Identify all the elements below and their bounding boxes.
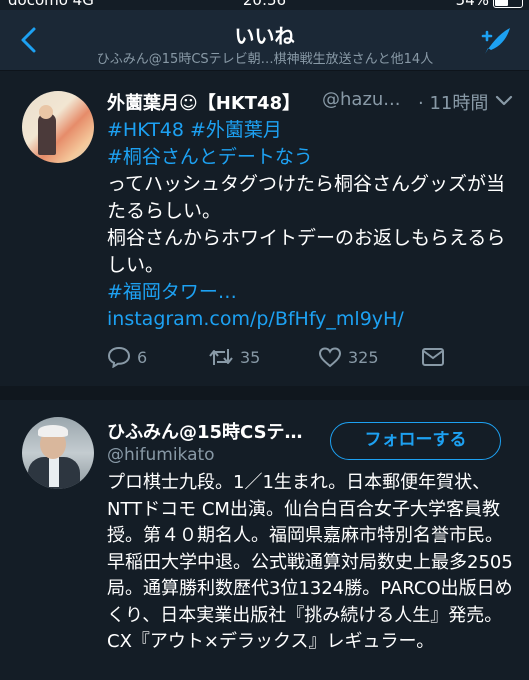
- like-button[interactable]: 325: [318, 343, 379, 371]
- avatar-head: [39, 105, 53, 119]
- retweet-button[interactable]: 35: [208, 343, 260, 371]
- header: いいね ひふみん@15時CSテレビ朝…棋神戦生放送さんと他14人: [0, 10, 529, 71]
- instagram-link[interactable]: instagram.com/p/BfHfy_ml9yH/: [107, 308, 404, 330]
- tweet-card[interactable]: 外薗葉月☺【HKT48】 @hazu... · 11時間 #HKT48 #外薗葉…: [0, 71, 529, 387]
- compose-button[interactable]: [479, 24, 513, 58]
- user-card[interactable]: ひふみん@15時CSテ… @hifumikato フォローする プロ棋士九段。1…: [0, 400, 529, 680]
- envelope-icon: [422, 348, 444, 366]
- user-handle: @hifumikato: [107, 445, 215, 465]
- tweet-menu-button[interactable]: [494, 91, 514, 111]
- compose-feather-icon: [481, 28, 510, 54]
- tweet-text-line: ってハッシュタグつけたら桐谷さんグッズが当たるらしい。: [107, 173, 506, 222]
- section-divider: [0, 386, 529, 400]
- status-bar: docomo 4G 20:56 54%: [0, 0, 529, 10]
- avatar-figure: [38, 113, 56, 155]
- battery-percent: 54%: [455, 0, 489, 9]
- chevron-down-icon: [495, 95, 513, 106]
- retweet-count: 35: [240, 347, 261, 367]
- tweet-text-line: 桐谷さんからホワイトデーのお返しもらえるらしい。: [107, 227, 506, 276]
- battery-icon: [493, 0, 523, 8]
- reply-count: 6: [137, 347, 148, 367]
- follow-button[interactable]: フォローする: [330, 422, 501, 460]
- hashtag-link[interactable]: #福岡タワー…: [107, 281, 237, 303]
- hashtag-line[interactable]: #HKT48 #外薗葉月: [107, 117, 517, 144]
- retweet-icon: [209, 349, 233, 365]
- user-bio: プロ棋士九段。1／1生まれ。日本郵便年賀状、NTTドコモ CM出演。仙台白百合女…: [107, 472, 513, 652]
- hashtag-line[interactable]: #桐谷さんとデートなう: [107, 144, 517, 171]
- avatar-shirt: [49, 457, 59, 487]
- clock: 20:56: [242, 0, 287, 9]
- tweet-author-name[interactable]: 外薗葉月☺【HKT48】: [107, 89, 300, 115]
- reply-icon: [107, 346, 131, 368]
- reply-button[interactable]: 6: [107, 343, 147, 371]
- tweet-text: #HKT48 #外薗葉月 #桐谷さんとデートなう ってハッシュタグつけたら桐谷さ…: [107, 117, 517, 333]
- tweet-timestamp: · 11時間: [418, 93, 489, 114]
- like-count: 325: [348, 347, 379, 367]
- avatar[interactable]: [22, 417, 94, 489]
- tweet-actions: 6 35 325: [107, 343, 517, 371]
- page-title: いいね: [234, 24, 295, 48]
- avatar[interactable]: [22, 91, 94, 163]
- page-subtitle: ひふみん@15時CSテレビ朝…棋神戦生放送さんと他14人: [96, 52, 434, 67]
- user-name[interactable]: ひふみん@15時CSテ…: [107, 418, 303, 444]
- heart-icon: [318, 347, 342, 368]
- tweet-author-handle: @hazu...: [322, 89, 401, 110]
- dm-button[interactable]: [421, 343, 445, 371]
- avatar-hair: [38, 425, 68, 437]
